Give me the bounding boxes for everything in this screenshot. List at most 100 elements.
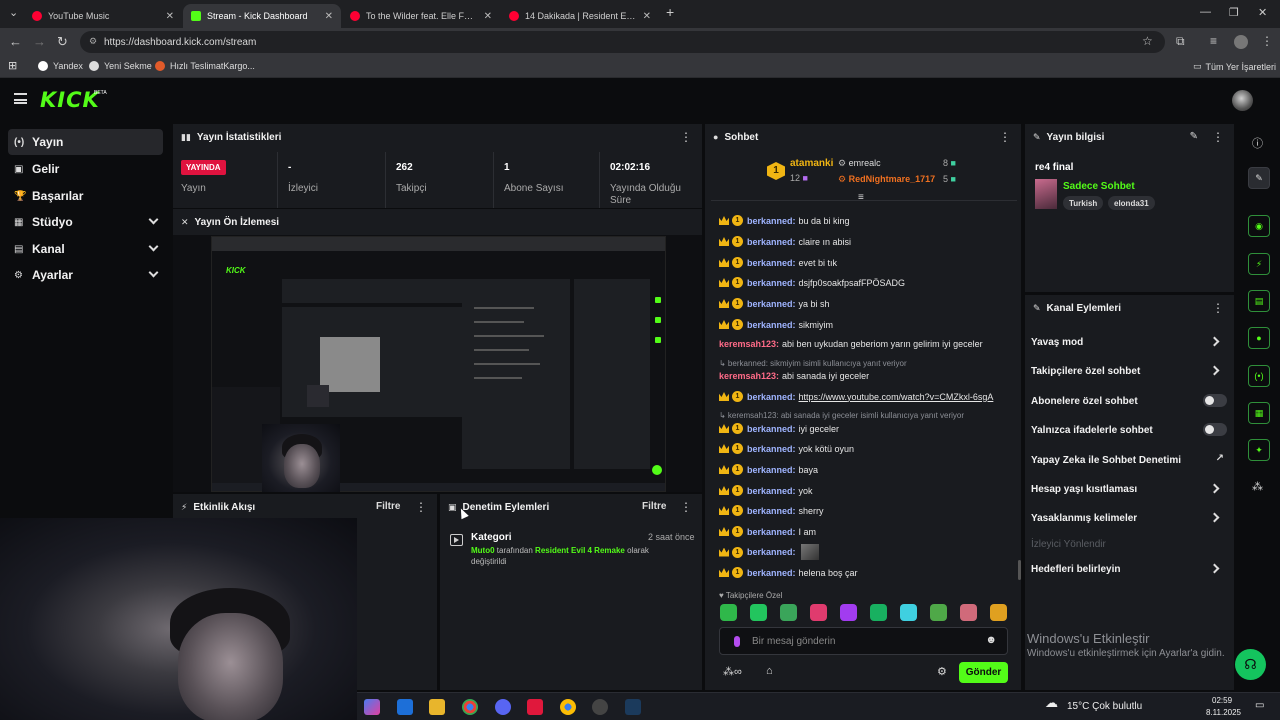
- action-emote-only[interactable]: Yalnızca ifadelerle sohbet: [1031, 420, 1227, 440]
- chat-username[interactable]: berkanned:: [747, 506, 796, 516]
- chat-username[interactable]: berkanned:: [747, 486, 796, 496]
- sidebar-item-basarilar[interactable]: 🏆 Başarılar: [8, 183, 163, 209]
- gift-box-icon[interactable]: ⌂: [766, 665, 773, 677]
- close-icon[interactable]: ✕: [325, 11, 333, 22]
- menu-dots-icon[interactable]: ⋮: [1261, 34, 1273, 48]
- emote-icon[interactable]: [780, 604, 797, 621]
- extensions-icon[interactable]: ⧉: [1176, 34, 1185, 49]
- emote-icon[interactable]: [750, 604, 767, 621]
- chat-username[interactable]: berkanned:: [747, 320, 796, 330]
- bookmark-star-icon[interactable]: ☆: [1142, 34, 1153, 48]
- more-options-icon[interactable]: ⋮: [680, 130, 692, 144]
- activity-filter-button[interactable]: Filtre: [376, 501, 400, 512]
- mod-item-user[interactable]: Muto0: [471, 546, 495, 555]
- chat-message[interactable]: 1 berkanned: yok kötü oyun: [719, 443, 854, 454]
- edit-layout-icon[interactable]: ✎: [1248, 167, 1270, 189]
- chat-message[interactable]: 1 berkanned: sikmiyim: [719, 319, 833, 330]
- chat-message[interactable]: keremsah123: abi ben uykudan geberiom yar…: [719, 339, 983, 349]
- more-options-icon[interactable]: ⋮: [415, 500, 427, 514]
- chat-message[interactable]: 1 berkanned: evet bi tık: [719, 257, 837, 268]
- more-options-icon[interactable]: ⋮: [680, 500, 692, 514]
- action-subscribers-only[interactable]: Abonelere özel sohbet: [1031, 391, 1227, 411]
- notification-icon[interactable]: ▭: [1255, 700, 1264, 711]
- bookmark-yandex[interactable]: Yandex: [38, 61, 83, 71]
- site-info-icon[interactable]: ⚙: [89, 36, 97, 47]
- chat-message[interactable]: 1 berkanned: yok: [719, 485, 813, 496]
- chat-scrollbar[interactable]: [1018, 560, 1021, 580]
- steam-icon[interactable]: [625, 699, 641, 715]
- sidebar-item-studyo[interactable]: ▦ Stüdyo: [8, 209, 163, 235]
- grid-icon[interactable]: ▦: [1248, 402, 1270, 424]
- reload-icon[interactable]: ↻: [57, 34, 68, 50]
- sidebar-item-gelir[interactable]: ▣ Gelir: [8, 156, 163, 182]
- chat-message[interactable]: 1 berkanned: claire ın abisi: [719, 236, 851, 247]
- moderation-filter-button[interactable]: Filtre: [642, 501, 666, 512]
- chat-message[interactable]: 1 berkanned:: [719, 544, 819, 560]
- forward-icon[interactable]: →: [33, 34, 46, 49]
- chat-input[interactable]: Bir mesaj gönderin ☻: [719, 627, 1008, 655]
- restore-icon[interactable]: ❐: [1229, 6, 1239, 19]
- tab-youtube-music[interactable]: YouTube Music ✕: [24, 4, 182, 28]
- chat-message[interactable]: 1 berkanned: iyi geceler: [719, 423, 839, 434]
- action-followers-only[interactable]: Takipçilere özel sohbet: [1031, 361, 1227, 381]
- more-options-icon[interactable]: ⋮: [1212, 301, 1224, 315]
- emoji-icon[interactable]: ☻: [985, 634, 997, 646]
- menu-icon[interactable]: [14, 93, 27, 104]
- user-avatar[interactable]: [1232, 90, 1253, 111]
- chat-username[interactable]: berkanned:: [747, 392, 796, 402]
- chat-settings-icon[interactable]: ⚙: [937, 665, 947, 678]
- help-chat-button[interactable]: ☊: [1235, 649, 1266, 680]
- chat-username[interactable]: berkanned:: [747, 258, 796, 268]
- chrome-alt-icon[interactable]: [560, 699, 576, 715]
- chat-link[interactable]: https://www.youtube.com/watch?v=CMZkxl-6…: [799, 392, 994, 402]
- close-icon[interactable]: ✕: [166, 11, 174, 22]
- emote-icon[interactable]: [810, 604, 827, 621]
- outlook-icon[interactable]: [397, 699, 413, 715]
- clock-date[interactable]: 8.11.2025: [1206, 708, 1241, 717]
- chat-message[interactable]: 1 berkanned: bu da bi king: [719, 215, 850, 226]
- emote-icon[interactable]: [720, 604, 737, 621]
- emote-icon[interactable]: [960, 604, 977, 621]
- chat-username[interactable]: berkanned:: [747, 424, 796, 434]
- tab-to-the-wilder[interactable]: To the Wilder feat. Elle Fanning ✕: [342, 4, 500, 28]
- apps-grid-icon[interactable]: ⊞: [8, 59, 17, 72]
- sidebar-item-yayin[interactable]: (•) Yayın: [8, 129, 163, 155]
- document-icon[interactable]: ▤: [1248, 290, 1270, 312]
- chat-username[interactable]: keremsah123:: [719, 371, 779, 381]
- chat-username[interactable]: berkanned:: [747, 237, 796, 247]
- chat-bubble-icon[interactable]: ●: [1248, 327, 1270, 349]
- broadcast-icon[interactable]: (•): [1248, 365, 1270, 387]
- emote-icon[interactable]: [930, 604, 947, 621]
- more-options-icon[interactable]: ⋮: [1212, 130, 1224, 144]
- sidebar-item-kanal[interactable]: ▤ Kanal: [8, 236, 163, 262]
- all-bookmarks[interactable]: ▭ Tüm Yer İşaretleri: [1193, 61, 1276, 72]
- new-tab-button[interactable]: +: [666, 4, 674, 20]
- action-account-age[interactable]: Hesap yaşı kısıtlaması: [1031, 479, 1227, 499]
- top-gifter-1-name[interactable]: atamanki: [790, 158, 833, 169]
- integrations-icon[interactable]: ⁂: [1252, 480, 1263, 493]
- url-field[interactable]: ⚙ https://dashboard.kick.com/stream: [80, 31, 1165, 53]
- obs-icon[interactable]: [592, 699, 608, 715]
- category-name[interactable]: Sadece Sohbet: [1063, 181, 1135, 192]
- edit-icon[interactable]: ✎: [1190, 131, 1198, 142]
- chat-message[interactable]: 1 berkanned: https://www.youtube.com/watch…: [719, 391, 993, 402]
- file-explorer-icon[interactable]: [429, 699, 445, 715]
- tab-search-icon[interactable]: ⌄: [9, 6, 18, 19]
- wrench-icon[interactable]: ✦: [1248, 439, 1270, 461]
- action-set-goals[interactable]: Hedefleri belirleyin: [1031, 559, 1227, 579]
- send-button[interactable]: Gönder: [959, 662, 1008, 683]
- action-ai-moderation[interactable]: Yapay Zeka ile Sohbet Denetimi ↗: [1031, 450, 1227, 470]
- info-icon[interactable]: ⓘ: [1252, 135, 1263, 151]
- tab-kick-dashboard[interactable]: Stream - Kick Dashboard ✕: [183, 4, 341, 28]
- top-gifter-3[interactable]: ⚙ RedNightmare_1717: [838, 174, 935, 185]
- chat-username[interactable]: berkanned:: [747, 444, 796, 454]
- chat-username[interactable]: berkanned:: [747, 299, 796, 309]
- emote-icon[interactable]: [990, 604, 1007, 621]
- chat-username[interactable]: berkanned:: [747, 465, 796, 475]
- chat-username[interactable]: berkanned:: [747, 527, 796, 537]
- kick-logo[interactable]: KICK: [40, 88, 100, 112]
- chat-username[interactable]: berkanned:: [747, 547, 796, 557]
- subscribers-only-toggle[interactable]: [1203, 394, 1227, 407]
- close-window-icon[interactable]: ✕: [1258, 6, 1267, 19]
- chat-message[interactable]: 1 berkanned: baya: [719, 464, 818, 475]
